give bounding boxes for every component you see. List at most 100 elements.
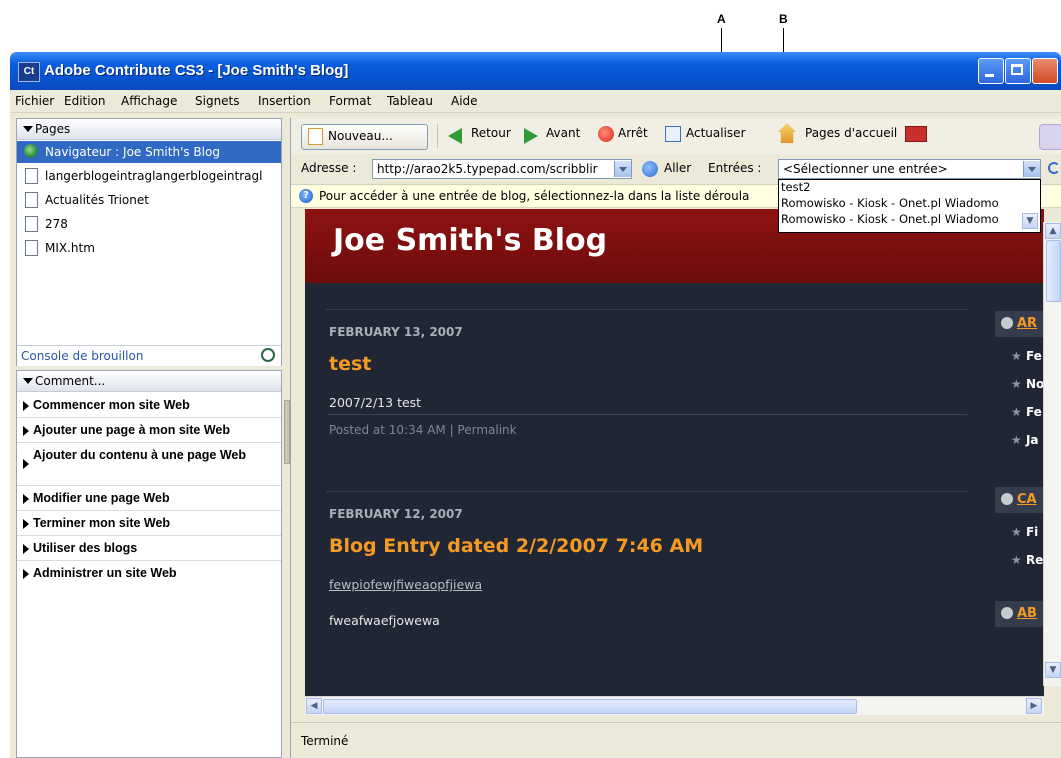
- stop-icon[interactable]: [598, 126, 614, 142]
- sidebar-link[interactable]: Fe: [1011, 405, 1042, 419]
- horizontal-scrollbar[interactable]: ◀ ▶: [305, 696, 1044, 715]
- how-item-add-page[interactable]: Ajouter une page à mon site Web: [17, 418, 281, 443]
- sidebar-bullet-icon: [1001, 493, 1013, 505]
- scroll-down-icon[interactable]: ▼: [1045, 662, 1061, 678]
- refresh-icon[interactable]: [665, 126, 681, 142]
- menu-edition[interactable]: Edition: [64, 94, 106, 108]
- callout-b: B: [779, 12, 788, 26]
- contribute-logo-icon: [1039, 124, 1061, 150]
- refresh-circle-icon[interactable]: [261, 348, 275, 362]
- page-item-label: MIX.htm: [45, 241, 95, 255]
- page-item-278[interactable]: 278: [17, 213, 281, 235]
- pages-panel: Pages Navigateur : Joe Smith's Blog lang…: [16, 118, 282, 366]
- menu-format[interactable]: Format: [329, 94, 371, 108]
- how-item-start-site[interactable]: Commencer mon site Web: [17, 393, 281, 418]
- post-link[interactable]: fewpiofewjfiweaopfjiewa: [329, 577, 482, 592]
- menu-signets[interactable]: Signets: [195, 94, 240, 108]
- menu-tableau[interactable]: Tableau: [387, 94, 433, 108]
- entries-option[interactable]: test2: [781, 180, 810, 194]
- sidebar-heading: AR: [995, 311, 1044, 337]
- sidebar-link[interactable]: Re: [1011, 553, 1043, 567]
- publish-search-icon[interactable]: [905, 126, 927, 142]
- new-document-icon: [308, 128, 323, 145]
- scroll-up-icon[interactable]: ▲: [1045, 223, 1061, 239]
- blog-page-view: Joe Smith's Blog FEBRUARY 13, 2007 test …: [305, 209, 1044, 696]
- entries-option[interactable]: Romowisko - Kiosk - Onet.pl Wiadomo: [781, 212, 999, 226]
- document-icon: [25, 192, 38, 208]
- pages-panel-header[interactable]: Pages: [17, 119, 281, 140]
- browser-toolbar: Nouveau... Retour Avant Arrêt Actualiser…: [291, 118, 1061, 155]
- application-window: Ct Adobe Contribute CS3 - [Joe Smith's B…: [10, 52, 1061, 758]
- back-button[interactable]: Retour: [471, 126, 511, 140]
- page-item-actualites[interactable]: Actualités Trionet: [17, 189, 281, 211]
- document-icon: [25, 168, 38, 184]
- info-text: Pour accéder à une entrée de blog, sélec…: [319, 189, 750, 203]
- sidebar-link[interactable]: No: [1011, 377, 1044, 391]
- dropdown-scroll-down-icon[interactable]: ▼: [1022, 213, 1038, 229]
- home-pages-button[interactable]: Pages d'accueil: [805, 126, 897, 140]
- page-item-browser[interactable]: Navigateur : Joe Smith's Blog: [17, 141, 281, 163]
- post-title[interactable]: test: [329, 353, 371, 375]
- sidebar-link[interactable]: Fi: [1011, 525, 1038, 539]
- entries-option[interactable]: Romowisko - Kiosk - Onet.pl Wiadomo: [781, 196, 999, 210]
- new-page-button[interactable]: Nouveau...: [301, 124, 428, 150]
- vertical-scroll-thumb[interactable]: [1046, 240, 1061, 302]
- page-item-langerblog[interactable]: langerblogeintraglangerblogeintragl: [17, 165, 281, 187]
- post-divider: [327, 414, 967, 415]
- horizontal-scroll-thumb[interactable]: [323, 699, 857, 714]
- address-value: http://arao2k5.typepad.com/scribblir: [377, 162, 598, 176]
- how-item-edit-page[interactable]: Modifier une page Web: [17, 486, 281, 511]
- stop-button[interactable]: Arrêt: [618, 126, 648, 140]
- address-dropdown-arrow-icon[interactable]: [614, 161, 631, 177]
- menu-insertion[interactable]: Insertion: [258, 94, 311, 108]
- address-bar: Adresse : http://arao2k5.typepad.com/scr…: [291, 154, 1061, 233]
- title-bar[interactable]: Ct Adobe Contribute CS3 - [Joe Smith's B…: [10, 52, 1061, 90]
- entries-dropdown-arrow-icon[interactable]: [1023, 161, 1040, 177]
- draft-console-link[interactable]: Console de brouillon: [21, 349, 143, 363]
- forward-button[interactable]: Avant: [546, 126, 580, 140]
- go-arrow-icon[interactable]: [642, 161, 658, 177]
- entries-select[interactable]: <Sélectionner une entrée>: [778, 159, 1041, 179]
- page-item-label: langerblogeintraglangerblogeintragl: [45, 169, 263, 183]
- menu-affichage[interactable]: Affichage: [121, 94, 177, 108]
- address-input[interactable]: http://arao2k5.typepad.com/scribblir: [372, 159, 632, 179]
- minimize-button[interactable]: [978, 58, 1004, 84]
- scroll-left-icon[interactable]: ◀: [306, 698, 322, 714]
- sidebar-heading: AB: [995, 601, 1044, 627]
- entries-dropdown-list: test2 Romowisko - Kiosk - Onet.pl Wiadom…: [778, 179, 1041, 233]
- menu-aide[interactable]: Aide: [451, 94, 478, 108]
- pages-panel-title: Pages: [35, 122, 71, 136]
- home-icon[interactable]: [778, 123, 796, 143]
- blog-title: Joe Smith's Blog: [333, 223, 608, 258]
- post-divider: [327, 491, 967, 492]
- how-do-i-panel: Comment... Commencer mon site Web Ajoute…: [16, 370, 282, 758]
- entries-refresh-icon[interactable]: [1048, 162, 1060, 174]
- how-item-admin-site[interactable]: Administrer un site Web: [17, 561, 281, 585]
- collapse-triangle-icon: [23, 126, 33, 132]
- post-body: fweafwaefjowewa: [329, 613, 440, 628]
- go-button[interactable]: Aller: [664, 161, 691, 175]
- how-item-add-content[interactable]: Ajouter du contenu à une page Web: [17, 443, 281, 486]
- post-title[interactable]: Blog Entry dated 2/2/2007 7:46 AM: [329, 535, 703, 557]
- how-item-use-blogs[interactable]: Utiliser des blogs: [17, 536, 281, 561]
- menu-fichier[interactable]: Fichier: [15, 94, 54, 108]
- sidebar-heading: CA: [995, 487, 1044, 513]
- address-label: Adresse :: [301, 161, 357, 175]
- sidebar-link[interactable]: Fe: [1011, 349, 1042, 363]
- forward-arrow-icon[interactable]: [524, 128, 538, 144]
- page-item-mix[interactable]: MIX.htm: [17, 237, 281, 259]
- refresh-button[interactable]: Actualiser: [686, 126, 746, 140]
- post-date: FEBRUARY 13, 2007: [329, 325, 463, 339]
- maximize-button[interactable]: [1005, 58, 1031, 84]
- scroll-right-icon[interactable]: ▶: [1026, 698, 1042, 714]
- expand-triangle-icon: [23, 569, 29, 579]
- how-item-finish-site[interactable]: Terminer mon site Web: [17, 511, 281, 536]
- menu-bar: Fichier Edition Affichage Signets Insert…: [10, 90, 1061, 113]
- back-arrow-icon[interactable]: [448, 128, 462, 144]
- close-button[interactable]: [1032, 58, 1058, 84]
- how-panel-title: Comment...: [35, 374, 106, 388]
- sidebar-link[interactable]: Ja: [1011, 433, 1039, 447]
- vertical-scrollbar[interactable]: ▲ ▼: [1043, 222, 1061, 686]
- how-panel-header[interactable]: Comment...: [17, 371, 281, 392]
- toolbar-separator: [437, 124, 438, 148]
